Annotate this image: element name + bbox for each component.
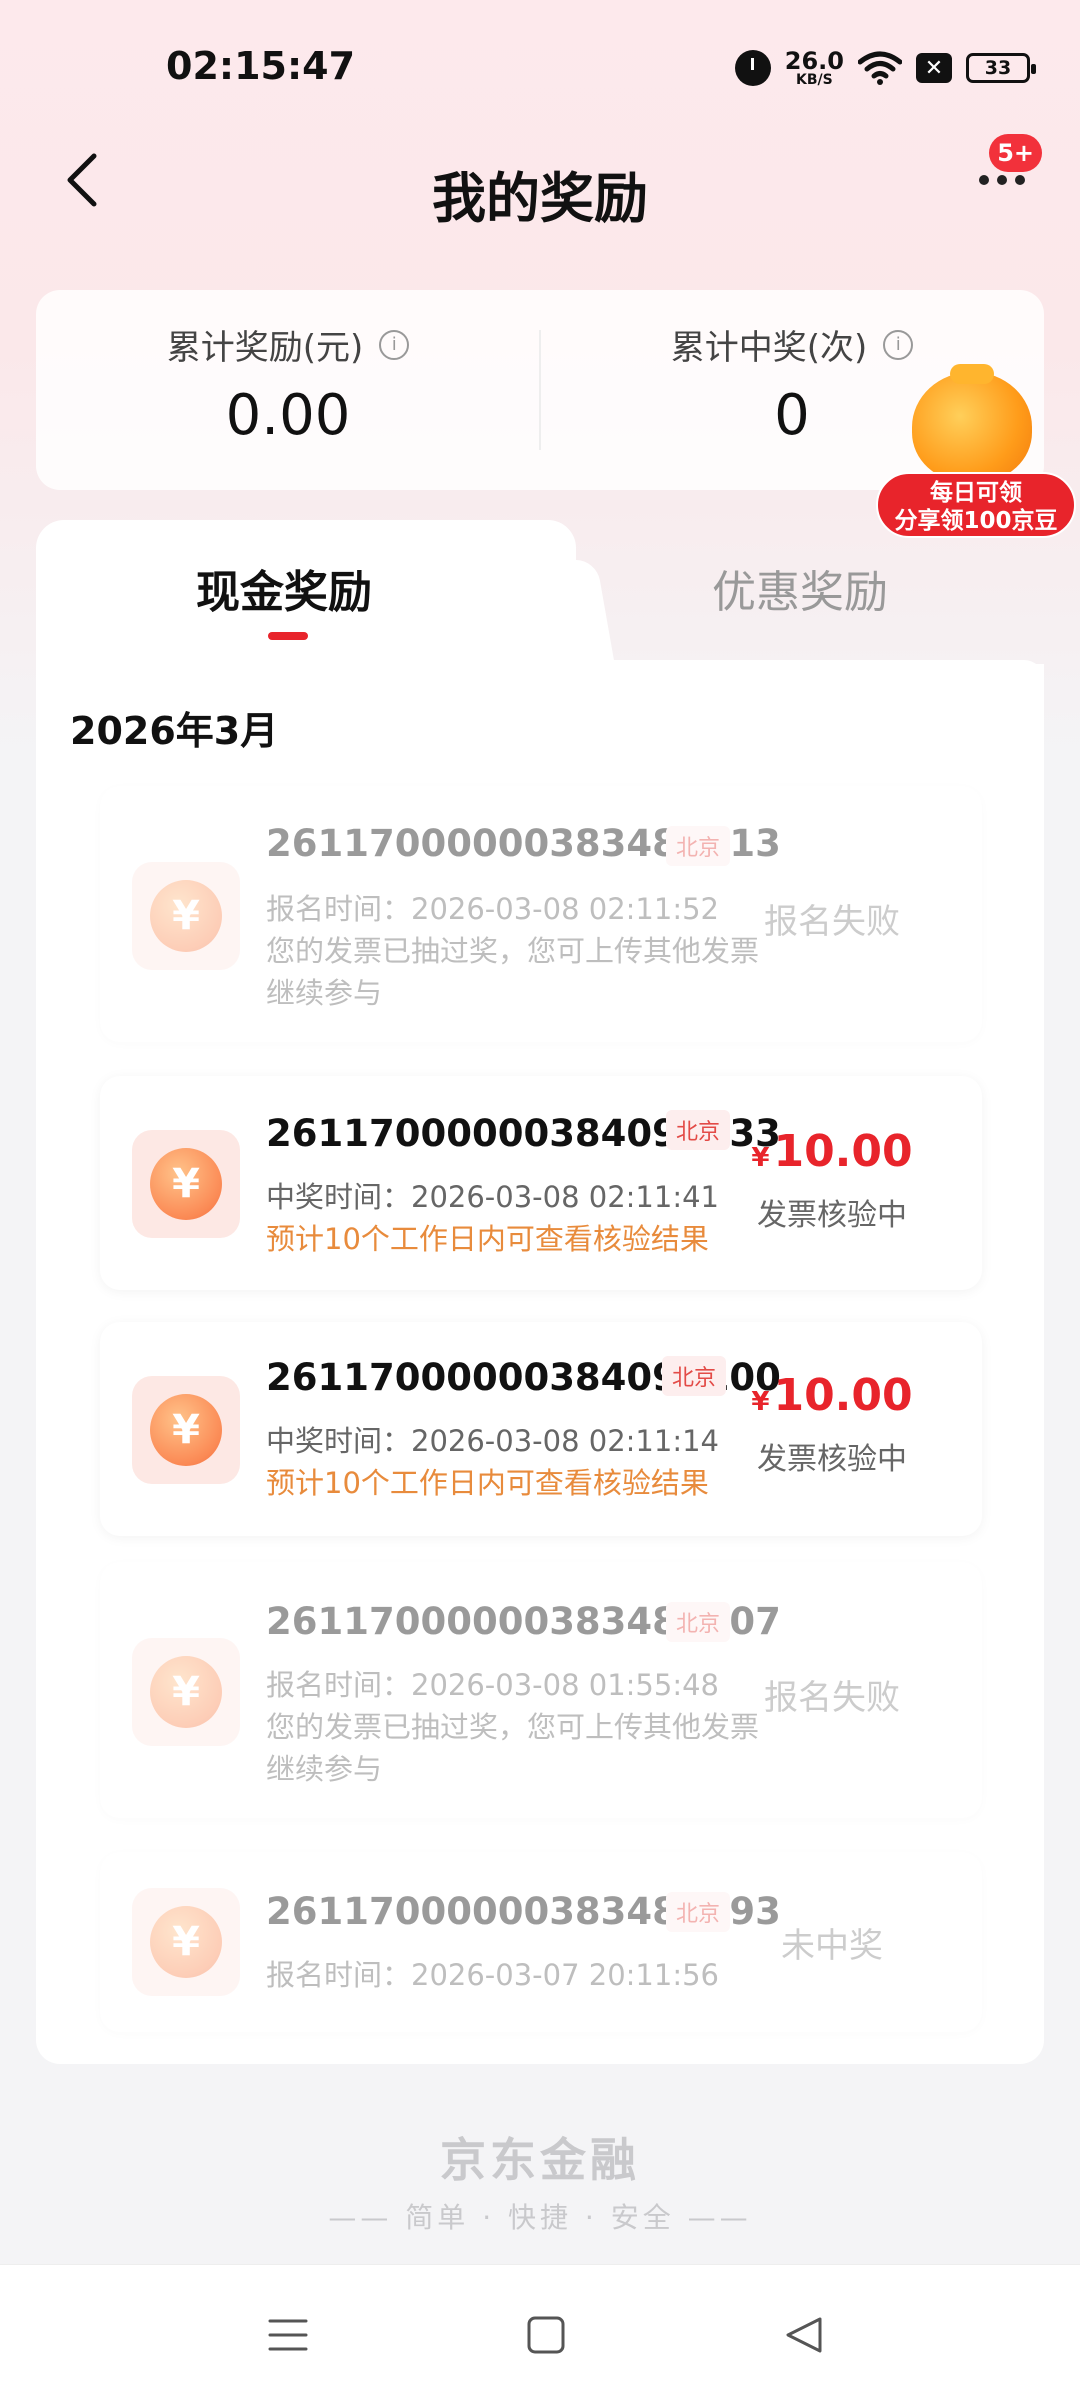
record-time: 中奖时间：2026-03-08 02:11:41 bbox=[266, 1180, 719, 1214]
notification-badge: 5+ bbox=[989, 134, 1042, 172]
record-icon: ¥ bbox=[132, 1130, 240, 1238]
home-button[interactable] bbox=[516, 2305, 576, 2365]
money-bag-knot bbox=[950, 364, 994, 384]
record-status: 未中奖 bbox=[781, 1926, 883, 1966]
back-nav-button[interactable] bbox=[774, 2305, 834, 2365]
no-sim-icon: ✕ bbox=[916, 53, 952, 83]
record-status: 发票核验中 bbox=[757, 1442, 907, 1477]
menu-button[interactable] bbox=[258, 2305, 318, 2365]
record-item[interactable]: ¥ 26117000000384097100 北京 中奖时间：2026-03-0… bbox=[100, 1322, 982, 1536]
record-status: 报名失败 bbox=[764, 902, 900, 942]
currency-symbol: ¥ bbox=[751, 1143, 770, 1173]
net-speed-unit: KB/S bbox=[796, 72, 833, 88]
amount-value: 10.00 bbox=[773, 1370, 913, 1421]
currency-symbol: ¥ bbox=[751, 1387, 770, 1417]
coin-icon: ¥ bbox=[150, 880, 222, 952]
reward-tabs: 现金奖励 优惠奖励 bbox=[36, 520, 1044, 670]
more-dot-icon bbox=[1015, 175, 1025, 185]
total-reward: 累计奖励(元) i 0.00 bbox=[36, 320, 540, 448]
menu-icon bbox=[268, 2319, 308, 2351]
record-message: 您的发票已抽过奖，您可上传其他发票 bbox=[266, 1710, 760, 1744]
record-status: 发票核验中 bbox=[757, 1198, 907, 1233]
coin-icon: ¥ bbox=[150, 1394, 222, 1466]
network-speed: 26.0 KB/S bbox=[785, 49, 844, 87]
record-icon: ¥ bbox=[132, 1376, 240, 1484]
location-tag: 北京 bbox=[666, 826, 731, 866]
location-tag: 北京 bbox=[666, 1602, 731, 1642]
info-icon[interactable]: i bbox=[883, 329, 914, 360]
record-message: 您的发票已抽过奖，您可上传其他发票 bbox=[266, 934, 760, 968]
money-bag-icon bbox=[912, 372, 1032, 482]
record-time: 报名时间：2026-03-07 20:11:56 bbox=[266, 1958, 719, 1992]
record-status: 报名失败 bbox=[764, 1678, 900, 1718]
reward-amount: ¥10.00 bbox=[732, 1126, 932, 1177]
verify-hint: 预计10个工作日内可查看核验结果 bbox=[266, 1466, 709, 1500]
tab-coupon[interactable]: 优惠奖励 bbox=[712, 556, 888, 620]
record-icon: ¥ bbox=[132, 1638, 240, 1746]
tab-cash[interactable]: 现金奖励 bbox=[196, 556, 372, 620]
page-title: 我的奖励 bbox=[432, 167, 648, 230]
promo-line1: 每日可领 bbox=[930, 480, 1022, 506]
coin-icon: ¥ bbox=[150, 1656, 222, 1728]
footer-tagline: —— 简单 · 快捷 · 安全 —— bbox=[328, 2201, 752, 2234]
info-icon[interactable]: i bbox=[379, 329, 410, 360]
more-dot-icon bbox=[997, 175, 1007, 185]
record-item[interactable]: ¥ 26117000000383488693 北京 报名时间：2026-03-0… bbox=[100, 1852, 982, 2032]
month-header: 2026年3月 bbox=[70, 709, 279, 753]
net-speed-value: 26.0 bbox=[784, 47, 844, 75]
square-home-icon bbox=[527, 2316, 565, 2354]
status-bar: 02:15:47 26.0 KB/S ✕ 33 bbox=[0, 0, 1080, 130]
record-item[interactable]: ¥ 26117000000383489213 北京 报名时间：2026-03-0… bbox=[100, 786, 982, 1042]
more-dot-icon bbox=[979, 175, 989, 185]
amount-value: 10.00 bbox=[773, 1126, 913, 1177]
total-reward-label: 累计奖励(元) bbox=[166, 328, 364, 368]
tab-indicator bbox=[268, 632, 308, 640]
wifi-icon bbox=[858, 51, 902, 85]
promo-float[interactable]: 每日可领 分享领100京豆 bbox=[872, 360, 1078, 540]
record-time: 报名时间：2026-03-08 01:55:48 bbox=[266, 1668, 719, 1702]
total-wins-label: 累计中奖(次) bbox=[670, 328, 868, 368]
status-icons: 26.0 KB/S ✕ 33 bbox=[734, 44, 1036, 92]
record-icon: ¥ bbox=[132, 862, 240, 970]
status-time: 02:15:47 bbox=[166, 44, 356, 88]
record-item[interactable]: ¥ 26117000000384096633 北京 中奖时间：2026-03-0… bbox=[100, 1076, 982, 1290]
record-message-cont: 继续参与 bbox=[266, 976, 383, 1010]
battery-icon: 33 bbox=[966, 53, 1036, 83]
location-tag: 北京 bbox=[666, 1110, 731, 1150]
record-message-cont: 继续参与 bbox=[266, 1752, 383, 1786]
verify-hint: 预计10个工作日内可查看核验结果 bbox=[266, 1222, 709, 1256]
record-icon: ¥ bbox=[132, 1888, 240, 1996]
alarm-icon bbox=[734, 50, 771, 86]
record-time: 报名时间：2026-03-08 02:11:52 bbox=[266, 892, 719, 926]
record-item[interactable]: ¥ 26117000000383489707 北京 报名时间：2026-03-0… bbox=[100, 1562, 982, 1818]
total-reward-value: 0.00 bbox=[225, 383, 351, 448]
coin-icon: ¥ bbox=[150, 1148, 222, 1220]
triangle-back-icon bbox=[786, 2317, 822, 2353]
footer-brand: 京东金融 bbox=[440, 2133, 640, 2187]
location-tag: 北京 bbox=[666, 1892, 731, 1932]
record-time: 中奖时间：2026-03-08 02:11:14 bbox=[266, 1424, 719, 1458]
reward-amount: ¥10.00 bbox=[732, 1370, 932, 1421]
location-tag: 北京 bbox=[662, 1356, 727, 1396]
coin-icon: ¥ bbox=[150, 1906, 222, 1978]
system-nav-bar bbox=[0, 2264, 1080, 2400]
nav-bar: 我的奖励 bbox=[0, 130, 1080, 240]
